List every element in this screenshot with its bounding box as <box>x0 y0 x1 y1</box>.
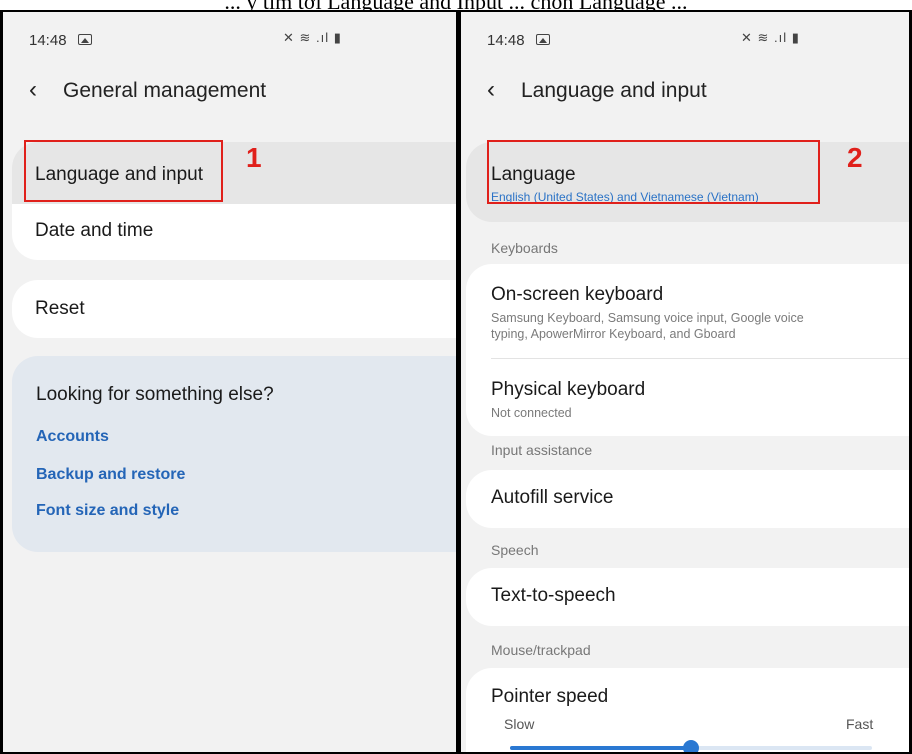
list-item-reset[interactable]: Reset <box>12 280 456 338</box>
back-arrow-icon[interactable]: ‹ <box>29 76 37 104</box>
settings-card-reset: Reset <box>12 280 456 338</box>
status-bar: 14:48 ✕ ≋ .ıl ▮ <box>461 12 909 56</box>
status-bar: 14:48 ✕ ≋ .ıl ▮ <box>3 12 456 56</box>
left-phone-screen: 14:48 ✕ ≋ .ıl ▮ ‹ General management Lan… <box>3 12 456 752</box>
keyboards-card: On-screen keyboard Samsung Keyboard, Sam… <box>466 264 909 436</box>
page-title: General management <box>63 79 267 102</box>
speech-card: Text-to-speech <box>466 568 909 626</box>
list-item-physical-keyboard[interactable]: Physical keyboard Not connected <box>466 359 909 436</box>
section-header-input-assistance: Input assistance <box>491 442 593 458</box>
annotation-number-2: 2 <box>847 142 863 173</box>
input-assistance-card: Autofill service <box>466 470 909 528</box>
status-system-icons: ✕ ≋ .ıl ▮ <box>283 30 342 45</box>
back-arrow-icon[interactable]: ‹ <box>487 76 495 104</box>
pointer-speed-label: Pointer speed <box>491 686 609 707</box>
section-header-keyboards: Keyboards <box>491 240 558 256</box>
list-item-text-to-speech[interactable]: Text-to-speech <box>466 568 909 626</box>
section-header-speech: Speech <box>491 542 539 558</box>
page-title: Language and input <box>521 79 707 102</box>
slider-max-label: Fast <box>846 716 874 732</box>
list-item-label: Reset <box>35 298 85 319</box>
link-accounts[interactable]: Accounts <box>36 428 109 446</box>
annotation-number-1: 1 <box>246 142 262 173</box>
link-font-size-and-style[interactable]: Font size and style <box>36 502 179 520</box>
pointer-speed-slider[interactable] <box>510 740 872 752</box>
image-icon <box>536 34 550 45</box>
annotation-box-1 <box>24 140 223 202</box>
mouse-card: Pointer speed Slow Fast <box>466 668 909 752</box>
status-time: 14:48 <box>29 32 67 49</box>
list-item-autofill-service[interactable]: Autofill service <box>466 470 909 528</box>
app-bar: ‹ Language and input <box>461 72 909 112</box>
link-backup-and-restore[interactable]: Backup and restore <box>36 466 185 484</box>
slider-min-label: Slow <box>504 716 535 732</box>
list-item-label: On-screen keyboard <box>491 284 664 305</box>
list-item-summary: Not connected <box>491 406 572 420</box>
looking-for-card: Looking for something else? Accounts Bac… <box>12 356 456 552</box>
section-header-mouse-trackpad: Mouse/trackpad <box>491 642 591 658</box>
slider-fill <box>510 746 691 750</box>
right-phone-screen: 14:48 ✕ ≋ .ıl ▮ ‹ Language and input Lan… <box>461 12 909 752</box>
list-item-summary-line1: Samsung Keyboard, Samsung voice input, G… <box>491 311 804 325</box>
list-item-label: Autofill service <box>491 487 614 508</box>
status-time: 14:48 <box>487 32 525 49</box>
list-item-on-screen-keyboard[interactable]: On-screen keyboard Samsung Keyboard, Sam… <box>466 264 909 358</box>
app-bar: ‹ General management <box>3 72 456 112</box>
status-system-icons: ✕ ≋ .ıl ▮ <box>741 30 800 45</box>
annotation-box-2 <box>487 140 820 204</box>
slider-thumb[interactable] <box>683 740 699 752</box>
image-icon <box>78 34 92 45</box>
list-item-date-and-time[interactable]: Date and time <box>12 204 456 260</box>
looking-for-title: Looking for something else? <box>36 384 274 405</box>
list-item-summary-line2: typing, ApowerMirror Keyboard, and Gboar… <box>491 327 736 341</box>
list-item-label: Physical keyboard <box>491 379 646 400</box>
list-item-label: Date and time <box>35 220 154 241</box>
list-item-label: Text-to-speech <box>491 585 616 606</box>
